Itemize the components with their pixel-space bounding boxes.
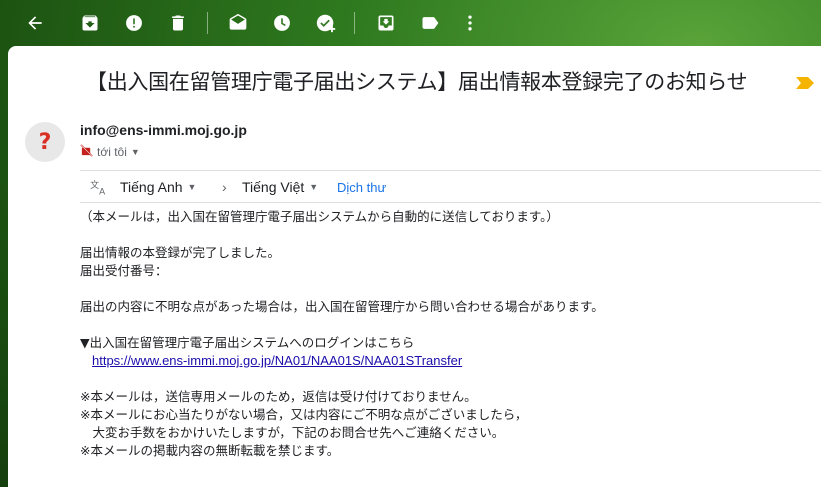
body-line: 大変お手数をおかけいたしますが，下記のお問合せ先へご連絡ください。	[80, 425, 505, 440]
recipient-row[interactable]: tới tôi ▼	[80, 144, 140, 160]
mark-unread-icon[interactable]	[225, 10, 251, 36]
body-line: 届出受付番号：	[80, 263, 168, 278]
label-icon[interactable]	[417, 10, 443, 36]
archive-icon[interactable]	[77, 10, 103, 36]
translate-icon: 文A	[90, 178, 110, 199]
toolbar	[0, 0, 821, 46]
body-line: ▼出入国在留管理庁電子届出システムへのログインはこちら	[80, 335, 415, 350]
report-spam-icon[interactable]	[121, 10, 147, 36]
body-line: ※本メールの掲載内容の無断転載を禁じます。	[80, 443, 340, 458]
move-to-icon[interactable]	[373, 10, 399, 36]
chevron-right-icon: ›	[222, 179, 227, 195]
delete-icon[interactable]	[165, 10, 191, 36]
recipient-label: tới tôi	[97, 145, 127, 159]
avatar: ?	[25, 122, 65, 162]
body-line: 届出の内容に不明な点があった場合は，出入国在留管理庁から問い合わせる場合がありま…	[80, 299, 604, 314]
back-arrow-icon[interactable]	[22, 10, 48, 36]
email-body: （本メールは，出入国在留管理庁電子届出システムから自動的に送信しております。） …	[80, 208, 604, 460]
login-link[interactable]: https://www.ens-immi.moj.go.jp/NA01/NAA0…	[92, 353, 462, 368]
chevron-down-icon: ▼	[309, 182, 319, 192]
sender-email[interactable]: info@ens-immi.moj.go.jp	[80, 122, 247, 138]
translate-message-link[interactable]: Dịch thư	[337, 180, 386, 195]
add-to-tasks-icon[interactable]	[313, 10, 339, 36]
translate-bar: 文A Tiếng Anh ▼ › Tiếng Việt ▼ Dịch thư	[80, 170, 821, 203]
body-line: ※本メールは，送信専用メールのため，返信は受け付けておりません。	[80, 389, 477, 404]
svg-text:A: A	[99, 186, 105, 196]
body-line: 届出情報の本登録が完了しました。	[80, 245, 281, 260]
email-view: 【出入国在留管理庁電子届出システム】届出情報本登録完了のお知らせ ? info@…	[8, 46, 821, 487]
email-subject: 【出入国在留管理庁電子届出システム】届出情報本登録完了のお知らせ	[86, 70, 748, 94]
toolbar-separator	[354, 12, 355, 34]
more-icon[interactable]	[457, 10, 483, 36]
body-line: ※本メールにお心当たりがない場合，又は内容にご不明な点がございましたら，	[80, 407, 528, 422]
body-line: （本メールは，出入国在留管理庁電子届出システムから自動的に送信しております。）	[80, 209, 559, 224]
no-encryption-icon	[80, 144, 93, 160]
target-language-select[interactable]: Tiếng Việt ▼	[242, 179, 318, 195]
source-language-select[interactable]: Tiếng Anh ▼	[120, 179, 196, 195]
toolbar-separator	[207, 12, 208, 34]
snooze-icon[interactable]	[269, 10, 295, 36]
chevron-down-icon[interactable]: ▼	[131, 147, 140, 157]
chevron-down-icon: ▼	[187, 182, 197, 192]
svg-text:文: 文	[90, 179, 99, 191]
important-marker-icon[interactable]	[796, 74, 814, 89]
